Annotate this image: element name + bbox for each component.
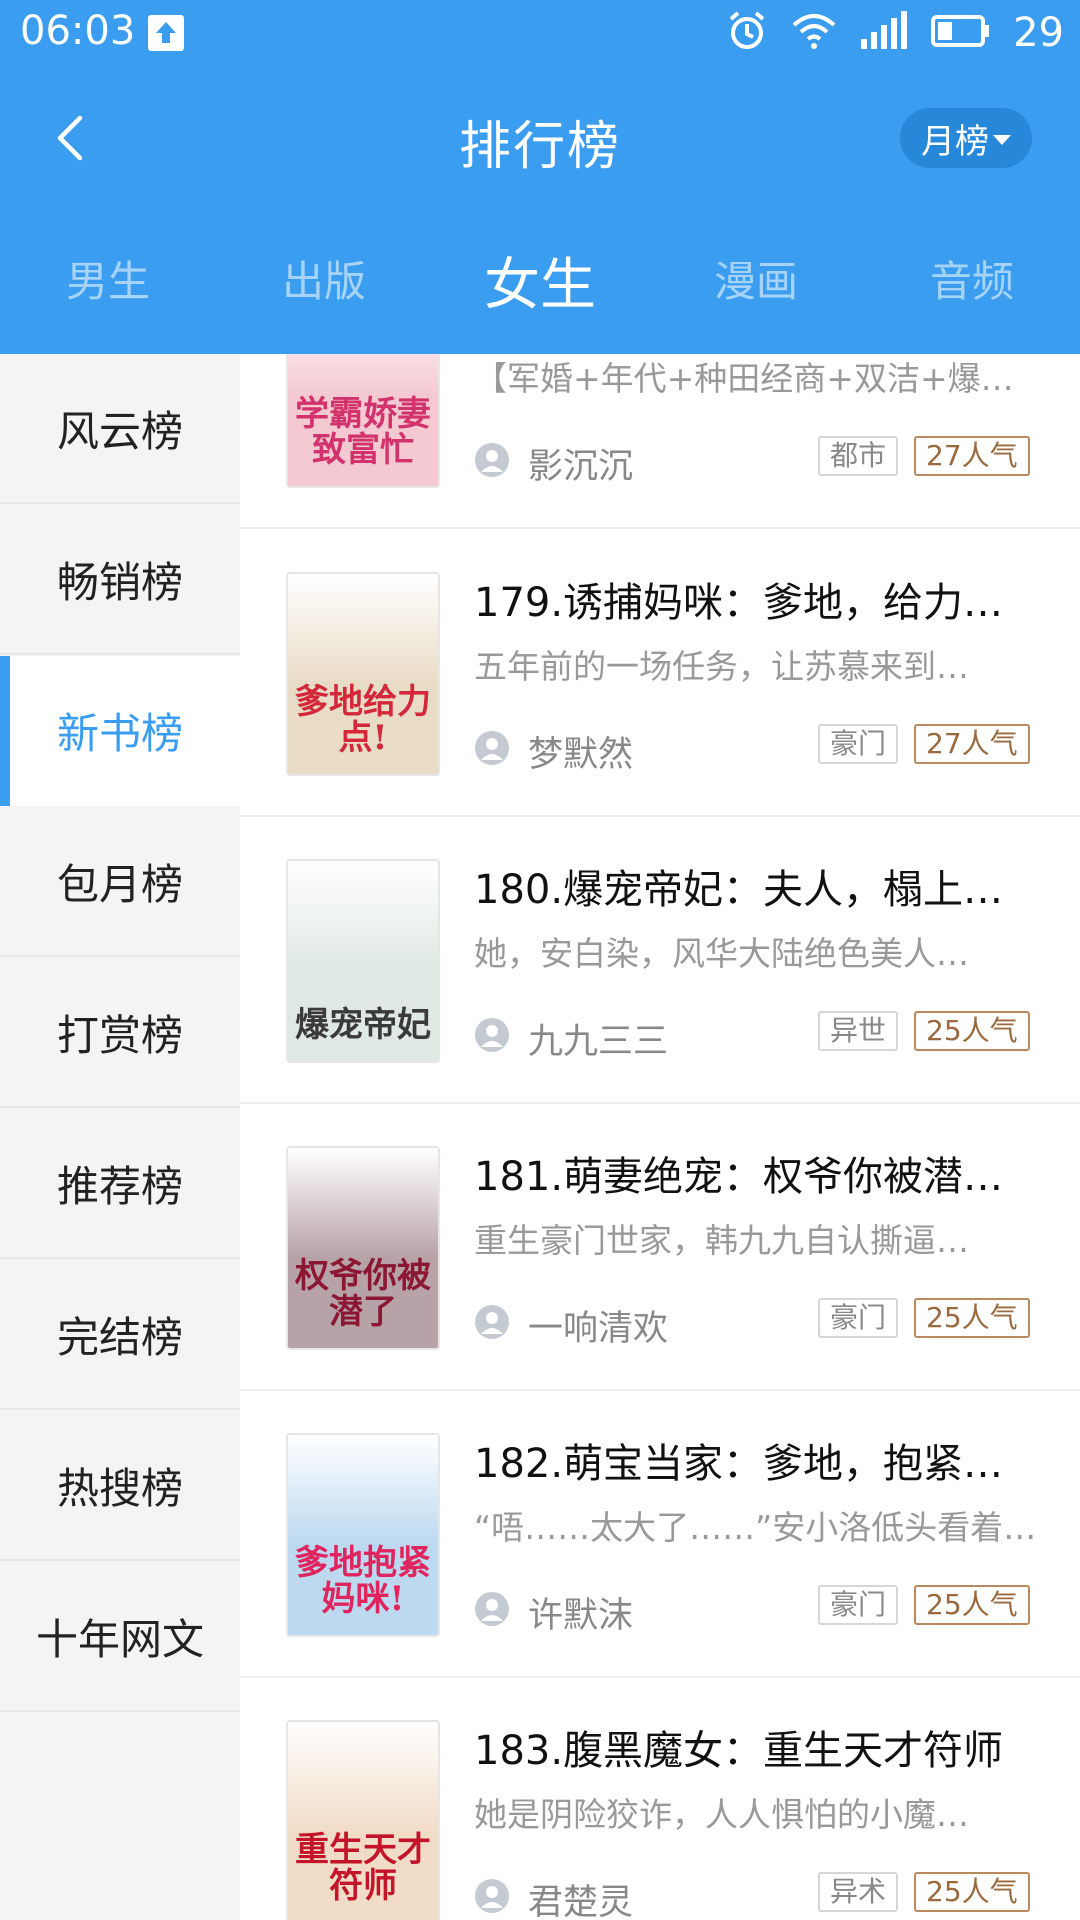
sidebar-item-label: 打赏榜 xyxy=(56,1010,183,1060)
author-name: 一响清欢 xyxy=(528,1309,669,1349)
genre-tag: 异世 xyxy=(818,1011,899,1051)
list-item[interactable]: 学霸娇妻致富忙 【军婚+年代+种田经商+双洁+爆… 影沉沉 都市 27人气 xyxy=(240,354,1080,529)
book-title: 180.爆宠帝妃：夫人，榻上… xyxy=(474,867,1004,913)
author-avatar-icon xyxy=(474,442,510,478)
author-name: 梦默然 xyxy=(528,735,634,775)
active-indicator xyxy=(0,656,10,806)
tab-comics[interactable]: 漫画 xyxy=(648,248,864,309)
sidebar-item-fengyun[interactable]: 风云榜 xyxy=(0,354,240,504)
sidebar-item-label: 新书榜 xyxy=(56,708,183,758)
book-cover[interactable]: 爹地给力点! xyxy=(288,574,438,774)
book-title: 183.腹黑魔女：重生天才符师 xyxy=(474,1728,1004,1774)
sidebar-item-label: 畅销榜 xyxy=(56,557,183,607)
book-description: 重生豪门世家，韩九九自认撕逼… xyxy=(474,1221,969,1260)
popularity-badge: 25人气 xyxy=(914,1011,1030,1051)
popularity-badge: 25人气 xyxy=(914,1585,1030,1625)
author-avatar-icon xyxy=(474,1017,510,1053)
cover-title: 爹地给力点! xyxy=(295,682,431,758)
sidebar-item-ten-years[interactable]: 十年网文 xyxy=(0,1562,240,1712)
book-cover[interactable]: 学霸娇妻致富忙 xyxy=(288,354,438,486)
status-bar: 06:03 29 xyxy=(0,0,1080,66)
genre-tag: 豪门 xyxy=(818,1585,899,1625)
book-title: 182.萌宝当家：爹地，抱紧… xyxy=(474,1441,1004,1487)
book-description: 她，安白染，风华大陆绝色美人… xyxy=(474,934,969,973)
author-name: 君楚灵 xyxy=(528,1883,634,1920)
chevron-down-icon xyxy=(993,135,1011,145)
list-item[interactable]: 权爷你被潜了 181.萌妻绝宠：权爷你被潜… 重生豪门世家，韩九九自认撕逼… 一… xyxy=(240,1104,1080,1391)
cover-title: 学霸娇妻致富忙 xyxy=(295,394,431,470)
book-title: 179.诱捕妈咪：爹地，给力… xyxy=(474,580,1004,626)
book-cover[interactable]: 重生天才符师 xyxy=(288,1722,438,1920)
author-name: 影沉沉 xyxy=(528,447,634,487)
genre-tag: 豪门 xyxy=(818,724,899,764)
popularity-badge: 27人气 xyxy=(914,436,1030,476)
period-dropdown[interactable]: 月榜 xyxy=(900,108,1032,168)
sidebar-item-label: 完结榜 xyxy=(56,1312,183,1362)
list-item[interactable]: 爹地给力点! 179.诱捕妈咪：爹地，给力… 五年前的一场任务，让苏慕来到… 梦… xyxy=(240,530,1080,817)
popularity-badge: 25人气 xyxy=(914,1872,1030,1912)
wifi-icon xyxy=(791,11,837,55)
sidebar-item-monthly[interactable]: 包月榜 xyxy=(0,807,240,957)
book-title: 181.萌妻绝宠：权爷你被潜… xyxy=(474,1154,1004,1200)
book-cover[interactable]: 爆宠帝妃 xyxy=(288,861,438,1061)
tab-audio[interactable]: 音频 xyxy=(864,248,1080,309)
alarm-icon xyxy=(725,9,769,57)
sidebar-item-tips[interactable]: 打赏榜 xyxy=(0,958,240,1108)
tab-female[interactable]: 女生 xyxy=(432,240,648,321)
signal-icon xyxy=(859,11,909,55)
sidebar-item-label: 十年网文 xyxy=(35,1614,204,1664)
sidebar-item-completed[interactable]: 完结榜 xyxy=(0,1260,240,1410)
sidebar-item-label: 风云榜 xyxy=(56,406,183,456)
cover-title: 爆宠帝妃 xyxy=(295,1005,431,1045)
genre-tag: 都市 xyxy=(818,436,899,476)
author-avatar-icon xyxy=(474,1878,510,1914)
list-item[interactable]: 重生天才符师 183.腹黑魔女：重生天才符师 她是阴险狡诈，人人惧怕的小魔… 君… xyxy=(240,1678,1080,1920)
sidebar-item-recommend[interactable]: 推荐榜 xyxy=(0,1109,240,1259)
author-name: 许默沫 xyxy=(528,1596,634,1636)
book-description: 五年前的一场任务，让苏慕来到… xyxy=(474,647,969,686)
tab-publish[interactable]: 出版 xyxy=(216,248,432,309)
book-cover[interactable]: 权爷你被潜了 xyxy=(288,1148,438,1348)
cover-title: 重生天才符师 xyxy=(295,1830,431,1906)
header-bar: 06:03 29 排行榜 月榜 男生 出版 女生 漫画 音频 xyxy=(0,0,1080,354)
book-description: 她是阴险狡诈，人人惧怕的小魔… xyxy=(474,1795,969,1834)
battery-icon xyxy=(931,14,991,52)
book-description: “唔……太大了……”安小洛低头看着… xyxy=(474,1508,1037,1547)
list-item[interactable]: 爹地抱紧妈咪! 182.萌宝当家：爹地，抱紧… “唔……太大了……”安小洛低头看… xyxy=(240,1391,1080,1678)
tab-male[interactable]: 男生 xyxy=(0,248,216,309)
sidebar-item-label: 热搜榜 xyxy=(56,1463,183,1513)
popularity-badge: 25人气 xyxy=(914,1298,1030,1338)
author-name: 九九三三 xyxy=(528,1022,669,1062)
genre-tag: 异术 xyxy=(818,1872,899,1912)
sidebar-item-hot-search[interactable]: 热搜榜 xyxy=(0,1411,240,1561)
genre-tag: 豪门 xyxy=(818,1298,899,1338)
battery-level: 29 xyxy=(1013,10,1064,56)
book-description: 【军婚+年代+种田经商+双洁+爆… xyxy=(474,359,1014,398)
sidebar-item-bestseller[interactable]: 畅销榜 xyxy=(0,505,240,655)
list-item[interactable]: 爆宠帝妃 180.爆宠帝妃：夫人，榻上… 她，安白染，风华大陆绝色美人… 九九三… xyxy=(240,817,1080,1104)
cover-title: 权爷你被潜了 xyxy=(295,1256,431,1332)
popularity-badge: 27人气 xyxy=(914,724,1030,764)
sidebar-item-label: 推荐榜 xyxy=(56,1161,183,1211)
author-avatar-icon xyxy=(474,1591,510,1627)
sidebar-item-label: 包月榜 xyxy=(56,859,183,909)
sidebar-item-new-books[interactable]: 新书榜 xyxy=(0,656,240,806)
ranking-sidebar: 风云榜 畅销榜 新书榜 包月榜 打赏榜 推荐榜 完结榜 热搜榜 十年网文 xyxy=(0,354,240,1920)
category-tabs: 男生 出版 女生 漫画 音频 xyxy=(0,248,1080,318)
upload-icon xyxy=(148,15,184,51)
author-avatar-icon xyxy=(474,730,510,766)
period-label: 月榜 xyxy=(921,121,989,162)
book-cover[interactable]: 爹地抱紧妈咪! xyxy=(288,1435,438,1635)
book-list: 学霸娇妻致富忙 【军婚+年代+种田经商+双洁+爆… 影沉沉 都市 27人气 爹地… xyxy=(240,354,1080,1920)
author-avatar-icon xyxy=(474,1304,510,1340)
cover-title: 爹地抱紧妈咪! xyxy=(295,1543,431,1619)
status-time: 06:03 xyxy=(20,8,136,54)
